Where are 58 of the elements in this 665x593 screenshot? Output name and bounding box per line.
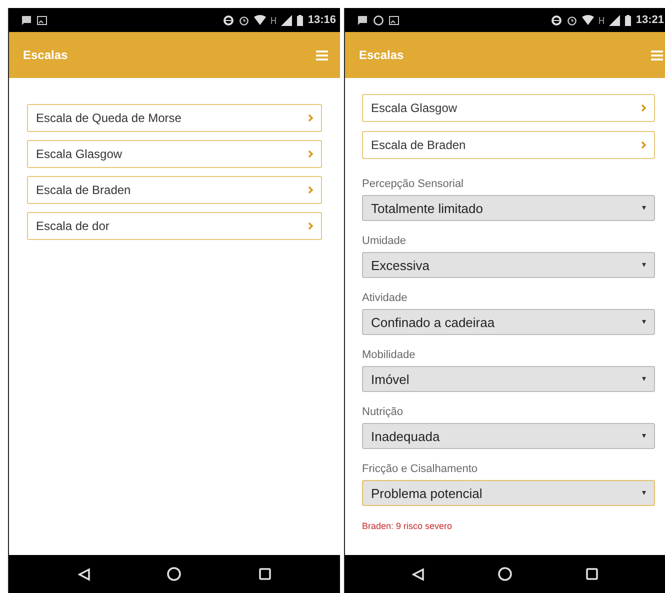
dropdown-field[interactable]: Totalmente limitado bbox=[362, 195, 655, 221]
dropdown-field[interactable]: Problema potencial bbox=[362, 480, 655, 506]
dropdown-arrow-icon bbox=[642, 434, 646, 438]
data-saver-icon bbox=[550, 14, 562, 26]
field-label: Nutrição bbox=[362, 406, 404, 418]
status-time: 13:16 bbox=[308, 14, 336, 26]
dropdown-field[interactable]: Excessiva bbox=[362, 252, 655, 278]
chevron-right-icon bbox=[308, 150, 313, 158]
image-icon bbox=[389, 16, 399, 24]
chevron-right-icon bbox=[308, 186, 313, 194]
field-label: Fricção e Cisalhamento bbox=[362, 463, 479, 475]
chat-bubble-icon bbox=[373, 14, 384, 26]
app-title: Escalas bbox=[23, 48, 68, 62]
result-text: Braden: 9 risco severo bbox=[362, 521, 454, 531]
message-icon bbox=[21, 14, 32, 26]
dropdown-arrow-icon bbox=[642, 206, 646, 210]
network-h-icon bbox=[270, 16, 276, 24]
scale-list-item[interactable]: Escala de Braden bbox=[27, 176, 322, 204]
field-label: Percepção Sensorial bbox=[362, 178, 465, 190]
field-label: Mobilidade bbox=[362, 349, 416, 361]
dropdown-arrow-icon bbox=[642, 263, 646, 267]
battery-icon bbox=[624, 14, 631, 26]
home-icon[interactable] bbox=[498, 567, 512, 581]
back-icon[interactable] bbox=[78, 568, 90, 580]
scale-list-item[interactable]: Escala de Braden bbox=[362, 131, 655, 159]
chevron-right-icon bbox=[308, 222, 313, 230]
field-label: Atividade bbox=[362, 292, 408, 304]
app-title: Escalas bbox=[359, 48, 404, 62]
field-label: Umidade bbox=[362, 235, 408, 247]
back-icon[interactable] bbox=[412, 568, 424, 580]
signal-icon bbox=[280, 14, 292, 26]
scale-list-item[interactable]: Escala de Queda de Morse bbox=[27, 104, 322, 132]
signal-icon bbox=[608, 14, 620, 26]
dropdown-field[interactable]: Inadequada bbox=[362, 423, 655, 449]
dropdown-arrow-icon bbox=[642, 320, 646, 324]
recents-icon[interactable] bbox=[586, 568, 598, 580]
alarm-icon bbox=[238, 14, 249, 26]
chevron-right-icon bbox=[308, 114, 313, 122]
recents-icon[interactable] bbox=[259, 568, 272, 580]
data-saver-icon bbox=[222, 14, 234, 26]
image-icon bbox=[37, 16, 47, 24]
dropdown-field[interactable]: Imóvel bbox=[362, 366, 655, 392]
network-h-icon bbox=[598, 16, 604, 24]
scale-list-item[interactable]: Escala Glasgow bbox=[362, 94, 655, 122]
wifi-icon bbox=[254, 15, 266, 25]
chevron-right-icon bbox=[641, 104, 646, 112]
dropdown-arrow-icon bbox=[642, 377, 646, 381]
chevron-right-icon bbox=[641, 141, 646, 149]
dropdown-arrow-icon bbox=[642, 491, 646, 495]
home-icon[interactable] bbox=[167, 567, 182, 581]
wifi-icon bbox=[582, 15, 594, 25]
message-icon bbox=[357, 14, 368, 26]
alarm-icon bbox=[566, 14, 577, 26]
status-time: 13:21 bbox=[636, 14, 664, 26]
scale-list-item[interactable]: Escala de dor bbox=[27, 212, 322, 240]
battery-icon bbox=[296, 14, 303, 26]
scale-list-item[interactable]: Escala Glasgow bbox=[27, 140, 322, 168]
dropdown-field[interactable]: Confinado a cadeiraa bbox=[362, 309, 655, 335]
